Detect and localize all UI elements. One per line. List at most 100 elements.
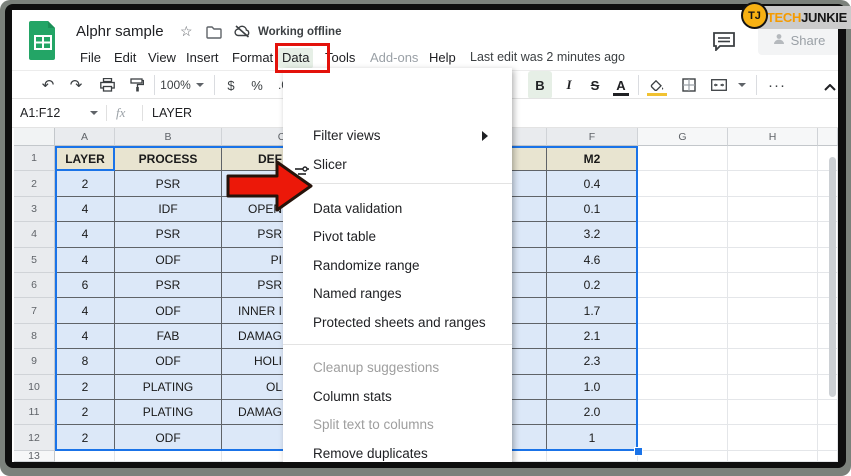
cell-B1[interactable]: PROCESS [115, 146, 222, 171]
cell-H6[interactable] [728, 273, 818, 298]
cell-F6[interactable]: 0.2 [547, 273, 638, 298]
selection-fill-handle[interactable] [634, 447, 643, 456]
cell-A4[interactable]: 4 [55, 222, 115, 247]
cell-I13[interactable] [818, 451, 838, 462]
menu-item-filter-views[interactable]: Filter views [283, 122, 512, 150]
cell-H12[interactable] [728, 425, 818, 450]
column-header-B[interactable]: B [115, 128, 222, 146]
cell-G13[interactable] [638, 451, 728, 462]
cell-A12[interactable]: 2 [55, 425, 115, 450]
cell-F2[interactable]: 0.4 [547, 171, 638, 196]
column-header-G[interactable]: G [638, 128, 728, 146]
cell-B10[interactable]: PLATING [115, 375, 222, 400]
cell-F3[interactable]: 0.1 [547, 197, 638, 222]
row-header-12[interactable]: 12 [14, 425, 55, 450]
cell-G12[interactable] [638, 425, 728, 450]
cell-G11[interactable] [638, 400, 728, 425]
cell-H4[interactable] [728, 222, 818, 247]
row-header-7[interactable]: 7 [14, 298, 55, 323]
cell-B13[interactable] [115, 451, 222, 462]
cell-I12[interactable] [818, 425, 838, 450]
menu-item-column-stats[interactable]: Column stats [283, 383, 512, 411]
cell-F1[interactable]: M2 [547, 146, 638, 171]
cell-A3[interactable]: 4 [55, 197, 115, 222]
cell-B11[interactable]: PLATING [115, 400, 222, 425]
grid-corner-box[interactable] [14, 128, 55, 146]
cell-F8[interactable]: 2.1 [547, 324, 638, 349]
row-header-10[interactable]: 10 [14, 375, 55, 400]
column-header-A[interactable]: A [55, 128, 115, 146]
cell-F4[interactable]: 3.2 [547, 222, 638, 247]
menu-item-remove-duplicates[interactable]: Remove duplicates [283, 440, 512, 462]
cell-A5[interactable]: 4 [55, 248, 115, 273]
cell-G9[interactable] [638, 349, 728, 374]
cell-G1[interactable] [638, 146, 728, 171]
cell-G4[interactable] [638, 222, 728, 247]
cell-G6[interactable] [638, 273, 728, 298]
cell-G2[interactable] [638, 171, 728, 196]
row-header-9[interactable]: 9 [14, 349, 55, 374]
menu-item-slicer[interactable]: Slicer [283, 151, 512, 179]
menu-item-pivot-table[interactable]: Pivot table [283, 223, 512, 251]
cell-B8[interactable]: FAB [115, 324, 222, 349]
cell-A11[interactable]: 2 [55, 400, 115, 425]
cell-F13[interactable] [547, 451, 638, 462]
cell-G7[interactable] [638, 298, 728, 323]
cell-G10[interactable] [638, 375, 728, 400]
cell-I11[interactable] [818, 400, 838, 425]
cell-H10[interactable] [728, 375, 818, 400]
cell-H1[interactable] [728, 146, 818, 171]
cell-F7[interactable]: 1.7 [547, 298, 638, 323]
row-header-1[interactable]: 1 [14, 146, 55, 171]
cell-G3[interactable] [638, 197, 728, 222]
cell-B3[interactable]: IDF [115, 197, 222, 222]
cell-F12[interactable]: 1 [547, 425, 638, 450]
row-header-8[interactable]: 8 [14, 324, 55, 349]
cell-G8[interactable] [638, 324, 728, 349]
cell-A13[interactable] [55, 451, 115, 462]
cell-A6[interactable]: 6 [55, 273, 115, 298]
collapse-toolbar-icon[interactable] [824, 78, 836, 96]
cell-F5[interactable]: 4.6 [547, 248, 638, 273]
cell-F11[interactable]: 2.0 [547, 400, 638, 425]
cell-F9[interactable]: 2.3 [547, 349, 638, 374]
cell-A9[interactable]: 8 [55, 349, 115, 374]
cell-A2[interactable]: 2 [55, 171, 115, 196]
row-header-3[interactable]: 3 [14, 197, 55, 222]
cell-H5[interactable] [728, 248, 818, 273]
menu-item-named-ranges[interactable]: Named ranges [283, 280, 512, 308]
column-header-F[interactable]: F [547, 128, 638, 146]
menu-scrollbar[interactable] [829, 157, 836, 397]
row-header-6[interactable]: 6 [14, 273, 55, 298]
cell-H13[interactable] [728, 451, 818, 462]
cell-B12[interactable]: ODF [115, 425, 222, 450]
column-header-I[interactable] [818, 128, 838, 146]
cell-H11[interactable] [728, 400, 818, 425]
cell-B4[interactable]: PSR [115, 222, 222, 247]
cell-A10[interactable]: 2 [55, 375, 115, 400]
cell-H3[interactable] [728, 197, 818, 222]
cell-B6[interactable]: PSR [115, 273, 222, 298]
menu-item-cleanup-suggestions[interactable]: Cleanup suggestions [283, 354, 512, 382]
cell-B9[interactable]: ODF [115, 349, 222, 374]
cell-A8[interactable]: 4 [55, 324, 115, 349]
column-header-H[interactable]: H [728, 128, 818, 146]
cell-B2[interactable]: PSR [115, 171, 222, 196]
cell-A1[interactable]: LAYER [55, 146, 115, 171]
cell-H2[interactable] [728, 171, 818, 196]
cell-A7[interactable]: 4 [55, 298, 115, 323]
row-header-4[interactable]: 4 [14, 222, 55, 247]
cell-H9[interactable] [728, 349, 818, 374]
menu-item-data-validation[interactable]: Data validation [283, 195, 512, 223]
row-header-13[interactable]: 13 [14, 451, 55, 462]
cell-F10[interactable]: 1.0 [547, 375, 638, 400]
menu-item-split-text-to-columns[interactable]: Split text to columns [283, 411, 512, 439]
cell-H7[interactable] [728, 298, 818, 323]
row-header-5[interactable]: 5 [14, 248, 55, 273]
cell-H8[interactable] [728, 324, 818, 349]
row-header-11[interactable]: 11 [14, 400, 55, 425]
cell-G5[interactable] [638, 248, 728, 273]
cell-B5[interactable]: ODF [115, 248, 222, 273]
cell-B7[interactable]: ODF [115, 298, 222, 323]
menu-item-randomize-range[interactable]: Randomize range [283, 252, 512, 280]
